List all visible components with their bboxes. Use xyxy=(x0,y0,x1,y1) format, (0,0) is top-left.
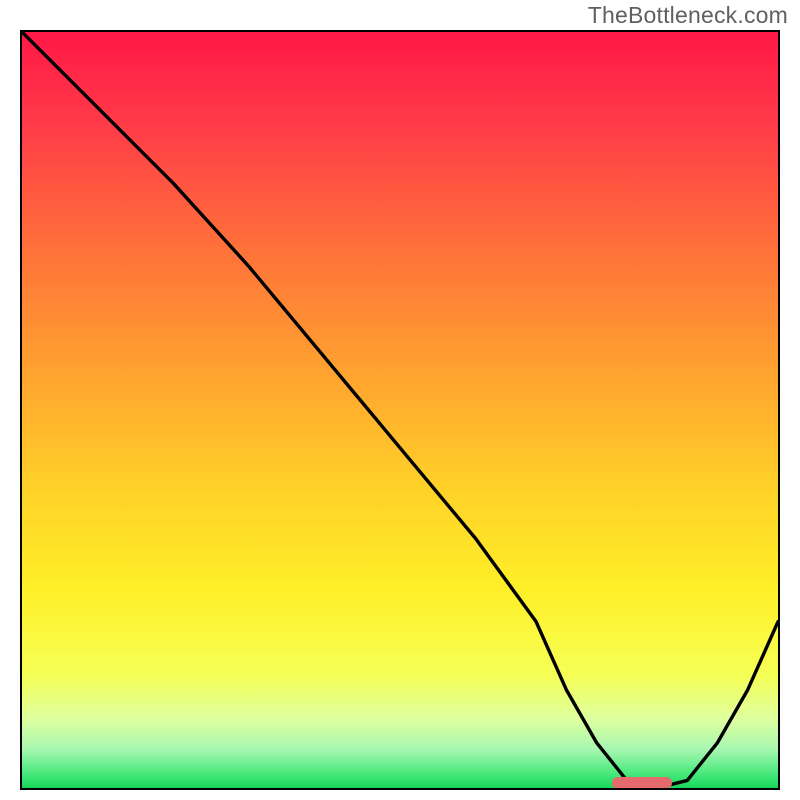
plot-frame xyxy=(20,30,780,790)
chart-container: TheBottleneck.com xyxy=(0,0,800,800)
watermark-text: TheBottleneck.com xyxy=(588,2,788,29)
optimal-range-marker xyxy=(612,777,672,789)
bottleneck-curve xyxy=(22,32,778,788)
